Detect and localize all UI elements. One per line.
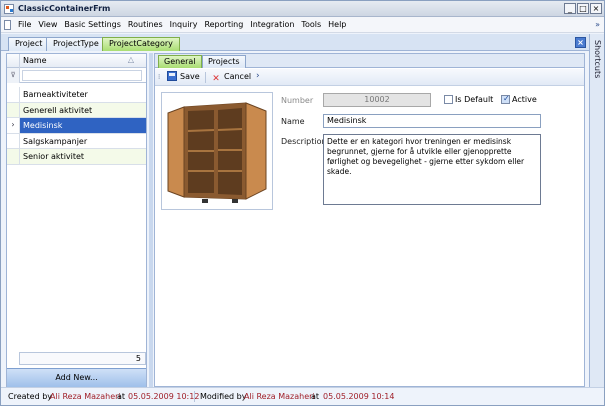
table-row[interactable]: Senior aktivitet bbox=[7, 149, 146, 165]
number-field: 10002 bbox=[323, 93, 431, 107]
row-name-cell: Generell aktivitet bbox=[23, 105, 93, 115]
row-selector[interactable] bbox=[7, 133, 20, 149]
row-selector[interactable] bbox=[7, 149, 20, 164]
save-label: Save bbox=[180, 72, 200, 81]
menu-item-integration[interactable]: Integration bbox=[248, 20, 299, 29]
shortcuts-panel[interactable]: Shortcuts bbox=[589, 34, 604, 387]
row-selector[interactable] bbox=[7, 87, 20, 102]
row-count-bar: 5 bbox=[19, 352, 146, 365]
shortcuts-label: Shortcuts bbox=[593, 40, 602, 79]
menu-item-reporting[interactable]: Reporting bbox=[202, 20, 248, 29]
created-at-date: 05.05.2009 10:12 bbox=[128, 392, 200, 401]
menu-item-routines[interactable]: Routines bbox=[126, 20, 168, 29]
menu-item-view[interactable]: View bbox=[36, 20, 62, 29]
created-by-label: Created by bbox=[8, 392, 53, 401]
modified-by-user: Ali Reza Mazaheri bbox=[244, 392, 315, 401]
number-label: Number bbox=[281, 96, 314, 105]
is-default-checkbox[interactable] bbox=[444, 95, 453, 104]
tab-general[interactable]: General bbox=[158, 55, 202, 68]
menu-item-file[interactable]: File bbox=[16, 20, 36, 29]
app-icon bbox=[4, 4, 14, 14]
minimize-button[interactable]: _ bbox=[564, 3, 576, 14]
add-new-button[interactable]: Add New... bbox=[7, 368, 146, 387]
splitter[interactable] bbox=[149, 53, 153, 387]
save-icon bbox=[167, 71, 177, 81]
window-title: ClassicContainerFrm bbox=[18, 4, 111, 13]
filter-row: ⊽ bbox=[7, 68, 146, 83]
current-row-indicator-icon[interactable]: › bbox=[7, 118, 20, 133]
toolbar-overflow-icon[interactable]: › bbox=[256, 71, 260, 81]
menu-bar: File View Basic Settings Routines Inquiry Rep… bbox=[1, 17, 604, 33]
close-button[interactable]: × bbox=[590, 3, 602, 14]
description-field[interactable]: Dette er en kategori hvor treningen er m… bbox=[323, 134, 541, 205]
is-default-label: Is Default bbox=[455, 95, 494, 104]
active-label: Active bbox=[512, 95, 537, 104]
menu-overflow-icon[interactable]: » bbox=[595, 20, 600, 29]
tab-project[interactable]: Project bbox=[8, 37, 50, 51]
menu-item-help[interactable]: Help bbox=[326, 20, 351, 29]
table-row[interactable]: › Medisinsk bbox=[7, 118, 146, 134]
toolbar: ⁞ Save ✕ Cancel › bbox=[155, 69, 584, 86]
grid-rows: Barneaktiviteter Generell aktivitet › Me… bbox=[7, 87, 146, 165]
menu-app-icon[interactable] bbox=[4, 20, 11, 30]
tab-projecttype[interactable]: ProjectType bbox=[46, 37, 106, 51]
row-name-cell: Medisinsk bbox=[23, 121, 63, 130]
tab-projectcategory[interactable]: ProjectCategory bbox=[102, 37, 180, 51]
cancel-label: Cancel bbox=[224, 72, 252, 81]
general-form: Number 10002 Is Default Active Name Medi… bbox=[155, 86, 584, 386]
menu-item-basic-settings[interactable]: Basic Settings bbox=[62, 20, 126, 29]
cancel-icon: ✕ bbox=[212, 74, 220, 84]
title-bar: ClassicContainerFrm _ □ × bbox=[1, 1, 604, 17]
toolbar-separator bbox=[205, 72, 206, 83]
modified-at-label: at bbox=[311, 392, 320, 401]
name-field[interactable]: Medisinsk bbox=[323, 114, 541, 128]
category-image[interactable] bbox=[161, 92, 273, 210]
tab-projects[interactable]: Projects bbox=[202, 55, 246, 68]
maximize-button[interactable]: □ bbox=[577, 3, 589, 14]
grid-header: Name △ bbox=[7, 54, 146, 68]
sort-icon[interactable]: △ bbox=[128, 55, 134, 64]
modified-by-label: Modified by bbox=[200, 392, 247, 401]
cabinet-image bbox=[162, 93, 272, 209]
top-tab-strip: Project ProjectType ProjectCategory × bbox=[1, 34, 604, 51]
row-name-cell: Barneaktiviteter bbox=[23, 90, 88, 99]
save-button[interactable]: Save bbox=[167, 71, 200, 84]
sub-tab-strip: General Projects bbox=[155, 54, 584, 68]
active-checkbox[interactable] bbox=[501, 94, 510, 104]
status-separator bbox=[194, 391, 195, 402]
close-tab-icon[interactable]: × bbox=[575, 37, 586, 48]
app-window: ClassicContainerFrm _ □ × File View Basic … bbox=[0, 0, 605, 406]
header-row-selector bbox=[7, 54, 20, 68]
menu-item-tools[interactable]: Tools bbox=[299, 20, 326, 29]
menu-items: File View Basic Settings Routines Inquiry Rep… bbox=[16, 20, 351, 29]
cancel-button[interactable]: ✕ Cancel bbox=[211, 71, 251, 84]
row-count: 5 bbox=[135, 354, 141, 363]
table-row[interactable]: Salgskampanjer bbox=[7, 133, 146, 149]
category-grid: Name △ ⊽ Barneaktiviteter Generell aktiv… bbox=[6, 53, 147, 387]
filter-icon: ⊽ bbox=[7, 68, 20, 83]
table-row[interactable]: Barneaktiviteter bbox=[7, 87, 146, 103]
row-name-cell: Senior aktivitet bbox=[23, 152, 85, 161]
modified-at-date: 05.05.2009 10:14 bbox=[323, 392, 395, 401]
menu-item-inquiry[interactable]: Inquiry bbox=[168, 20, 203, 29]
table-row[interactable]: Generell aktivitet bbox=[7, 102, 146, 118]
created-at-label: at bbox=[117, 392, 126, 401]
created-by-user: Ali Reza Mazaheri bbox=[50, 392, 121, 401]
row-name-cell: Salgskampanjer bbox=[23, 136, 88, 146]
filter-input[interactable] bbox=[22, 70, 142, 81]
description-label: Description bbox=[281, 137, 327, 146]
toolbar-grip-icon[interactable]: ⁞ bbox=[158, 73, 160, 81]
name-label: Name bbox=[281, 117, 305, 126]
row-selector[interactable] bbox=[7, 102, 20, 118]
detail-panel: General Projects ⁞ Save ✕ Cancel › Numbe… bbox=[154, 53, 585, 387]
status-bar: Created by Ali Reza Mazaheri at 05.05.20… bbox=[1, 387, 604, 405]
column-header-name[interactable]: Name bbox=[23, 56, 47, 65]
